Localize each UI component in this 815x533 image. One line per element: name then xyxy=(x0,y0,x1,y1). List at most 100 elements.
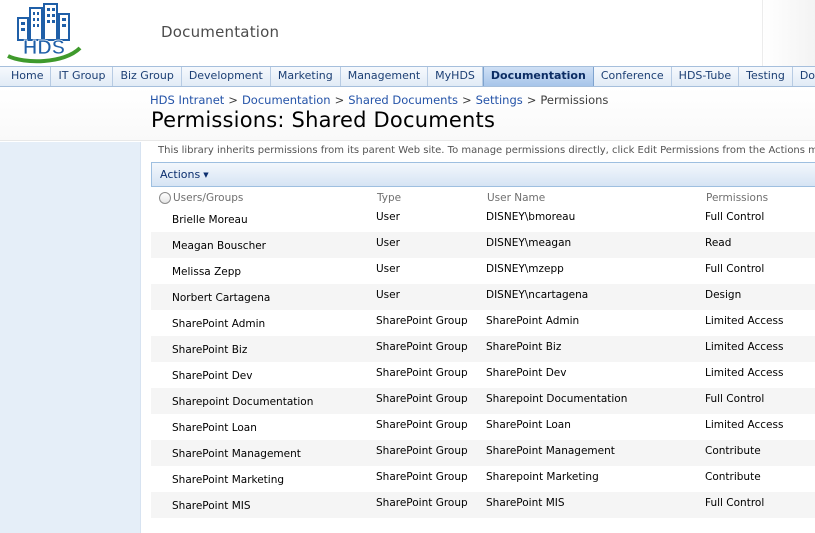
cell-user-name: SharePoint Management xyxy=(486,445,615,457)
cell-user-name: DISNEY\mzepp xyxy=(486,263,564,275)
cell-type: User xyxy=(376,237,400,249)
cell-type: SharePoint Group xyxy=(376,315,468,327)
page-title: Permissions: Shared Documents xyxy=(151,108,496,132)
cell-permissions: Full Control xyxy=(705,497,765,509)
cell-users-groups[interactable]: Sharepoint Documentation xyxy=(172,396,313,408)
column-header-user-name[interactable]: User Name xyxy=(487,192,545,204)
cell-permissions: Full Control xyxy=(705,393,765,405)
cell-user-name: SharePoint Admin xyxy=(486,315,580,327)
cell-users-groups[interactable]: Brielle Moreau xyxy=(172,214,248,226)
cell-type: User xyxy=(376,211,400,223)
table-row[interactable]: SharePoint Admin SharePoint Group SharePoi… xyxy=(151,310,815,336)
left-nav-panel xyxy=(0,142,141,533)
table-row[interactable]: SharePoint Loan SharePoint Group SharePoin… xyxy=(151,414,815,440)
cell-type: SharePoint Group xyxy=(376,367,468,379)
logo-text: HDS xyxy=(23,37,65,59)
column-header-users-groups[interactable]: Users/Groups xyxy=(173,192,243,204)
hds-logo[interactable]: HDS xyxy=(4,2,84,64)
nav-tab-marketing[interactable]: Marketing xyxy=(271,67,341,86)
breadcrumb-separator: > xyxy=(461,93,472,107)
cell-users-groups[interactable]: SharePoint Management xyxy=(172,448,301,460)
title-area: HDS Intranet > Documentation > Shared Docume… xyxy=(0,88,815,141)
table-row[interactable]: Norbert Cartagena User DISNEY\ncartagena De… xyxy=(151,284,815,310)
table-row[interactable]: SharePoint MIS SharePoint Group SharePoint… xyxy=(151,492,815,518)
table-row[interactable]: Meagan Bouscher User DISNEY\meagan Read xyxy=(151,232,815,258)
nav-tab-biz-group[interactable]: Biz Group xyxy=(113,67,182,86)
breadcrumb-separator: > xyxy=(526,93,537,107)
nav-tab-testing[interactable]: Testing xyxy=(739,67,793,86)
cell-type: User xyxy=(376,289,400,301)
cell-user-name: Sharepoint Documentation xyxy=(486,393,628,405)
cell-users-groups[interactable]: SharePoint Marketing xyxy=(172,474,284,486)
actions-label: Actions xyxy=(160,168,201,181)
column-header-permissions[interactable]: Permissions xyxy=(706,192,768,204)
nav-tab-development[interactable]: Development xyxy=(182,67,271,86)
cell-users-groups[interactable]: Meagan Bouscher xyxy=(172,240,266,252)
cell-user-name: SharePoint Loan xyxy=(486,419,571,431)
dropdown-caret-icon: ▼ xyxy=(203,171,209,179)
breadcrumb-link[interactable]: Settings xyxy=(476,93,523,107)
breadcrumb-separator: > xyxy=(228,93,238,107)
breadcrumb-link[interactable]: HDS Intranet xyxy=(150,93,224,107)
cell-permissions: Contribute xyxy=(705,471,761,483)
select-all-radio[interactable] xyxy=(159,192,171,204)
table-row[interactable]: SharePoint Dev SharePoint Group SharePoint… xyxy=(151,362,815,388)
site-title: Documentation xyxy=(161,23,280,41)
table-row[interactable]: SharePoint Biz SharePoint Group SharePoint… xyxy=(151,336,815,362)
cell-permissions: Limited Access xyxy=(705,419,784,431)
cell-users-groups[interactable]: SharePoint MIS xyxy=(172,500,251,512)
table-row[interactable]: Melissa Zepp User DISNEY\mzepp Full Control xyxy=(151,258,815,284)
cell-users-groups[interactable]: SharePoint Dev xyxy=(172,370,252,382)
actions-toolbar: Actions ▼ xyxy=(151,162,815,187)
cell-user-name: DISNEY\meagan xyxy=(486,237,572,249)
cell-user-name: DISNEY\ncartagena xyxy=(486,289,589,301)
cell-permissions: Full Control xyxy=(705,211,765,223)
nav-tab-hds-tube[interactable]: HDS-Tube xyxy=(672,67,740,86)
breadcrumb-current: Permissions xyxy=(540,93,609,107)
cell-permissions: Contribute xyxy=(705,445,761,457)
breadcrumb-link[interactable]: Shared Documents xyxy=(348,93,458,107)
site-header: HDS Documentation xyxy=(0,0,815,66)
cell-users-groups[interactable]: Melissa Zepp xyxy=(172,266,241,278)
cell-permissions: Design xyxy=(705,289,742,301)
inherit-permissions-info: This library inherits permissions from i… xyxy=(158,145,815,156)
cell-user-name: DISNEY\bmoreau xyxy=(486,211,576,223)
nav-tab-documentation[interactable]: Documentation xyxy=(482,67,594,86)
cell-permissions: Read xyxy=(705,237,732,249)
table-row[interactable]: Brielle Moreau User DISNEY\bmoreau Full Con… xyxy=(151,206,815,232)
cell-permissions: Limited Access xyxy=(705,367,784,379)
cell-users-groups[interactable]: SharePoint Loan xyxy=(172,422,257,434)
header-right-panel xyxy=(762,0,815,66)
cell-type: SharePoint Group xyxy=(376,497,468,509)
nav-tab-management[interactable]: Management xyxy=(341,67,429,86)
cell-type: SharePoint Group xyxy=(376,471,468,483)
cell-type: SharePoint Group xyxy=(376,419,468,431)
cell-users-groups[interactable]: SharePoint Biz xyxy=(172,344,247,356)
nav-tab-myhds[interactable]: MyHDS xyxy=(428,67,483,86)
actions-menu-button[interactable]: Actions ▼ xyxy=(160,168,209,181)
breadcrumb: HDS Intranet > Documentation > Shared Docume… xyxy=(150,93,608,107)
cell-type: SharePoint Group xyxy=(376,341,468,353)
permissions-table: Brielle Moreau User DISNEY\bmoreau Full Con… xyxy=(151,206,815,518)
cell-type: SharePoint Group xyxy=(376,445,468,457)
nav-tab-docs[interactable]: Docs xyxy=(793,67,815,86)
table-row[interactable]: Sharepoint Documentation SharePoint Group… xyxy=(151,388,815,414)
cell-user-name: SharePoint MIS xyxy=(486,497,565,509)
breadcrumb-link[interactable]: Documentation xyxy=(242,93,331,107)
column-header-type[interactable]: Type xyxy=(377,192,401,204)
table-row[interactable]: SharePoint Marketing SharePoint Group Shar… xyxy=(151,466,815,492)
nav-tab-conference[interactable]: Conference xyxy=(594,67,672,86)
cell-user-name: SharePoint Biz xyxy=(486,341,562,353)
cell-users-groups[interactable]: Norbert Cartagena xyxy=(172,292,270,304)
cell-users-groups[interactable]: SharePoint Admin xyxy=(172,318,265,330)
nav-tab-it-group[interactable]: IT Group xyxy=(51,67,114,86)
cell-user-name: SharePoint Dev xyxy=(486,367,567,379)
cell-permissions: Limited Access xyxy=(705,315,784,327)
nav-tab-home[interactable]: Home xyxy=(0,67,52,86)
top-navigation: Home IT Group Biz Group Development Marketin… xyxy=(0,66,815,87)
cell-type: SharePoint Group xyxy=(376,393,468,405)
table-row[interactable]: SharePoint Management SharePoint Group Sha… xyxy=(151,440,815,466)
cell-type: User xyxy=(376,263,400,275)
cell-permissions: Limited Access xyxy=(705,341,784,353)
breadcrumb-separator: > xyxy=(334,93,345,107)
